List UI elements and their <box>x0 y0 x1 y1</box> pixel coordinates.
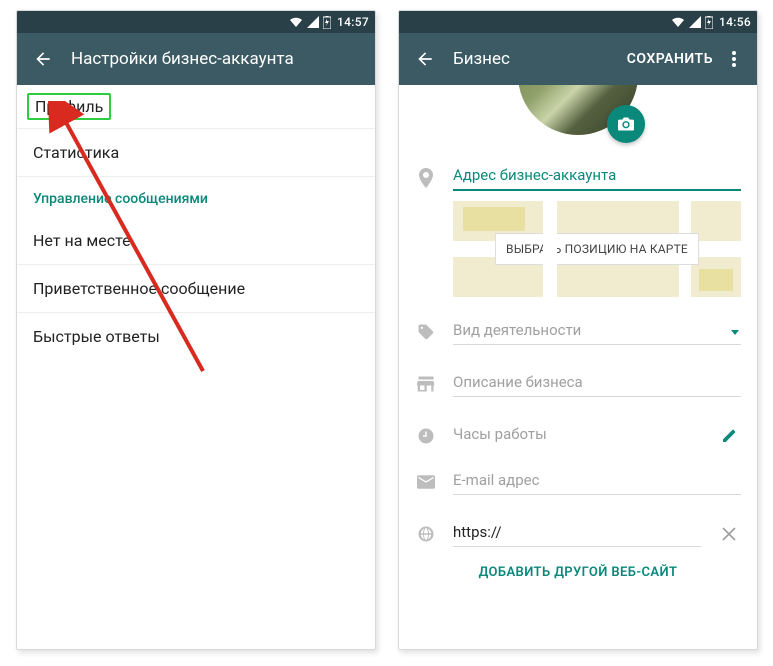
app-bar: Настройки бизнес-аккаунта <box>17 33 375 85</box>
app-bar: Бизнес СОХРАНИТЬ <box>399 33 757 85</box>
camera-fab[interactable] <box>607 105 645 143</box>
highlight-annotation: Профиль <box>27 93 111 120</box>
avatar-area <box>399 85 757 145</box>
edit-hours-button[interactable] <box>717 428 741 444</box>
clear-url-button[interactable] <box>717 527 741 541</box>
address-field-row: Адрес бизнес-аккаунта <box>399 157 757 191</box>
location-icon <box>415 167 437 189</box>
description-input[interactable]: Описание бизнеса <box>453 371 741 397</box>
business-profile-screen: 14:56 Бизнес СОХРАНИТЬ Адрес бизнес-акка… <box>398 10 758 650</box>
hours-input[interactable]: Часы работы <box>453 423 701 449</box>
email-field-row: E-mail адрес <box>399 461 757 495</box>
battery-icon <box>705 16 713 29</box>
map-pick-button[interactable]: ВЫБРАТЬ ПОЗИЦИЮ НА КАРТЕ <box>495 233 699 265</box>
address-input[interactable]: Адрес бизнес-аккаунта <box>453 165 741 191</box>
map-preview[interactable]: ВЫБРАТЬ ПОЗИЦИЮ НА КАРТЕ <box>453 201 741 297</box>
pencil-icon <box>721 428 737 444</box>
page-title: Бизнес <box>453 49 627 69</box>
arrow-back-icon <box>415 49 435 69</box>
store-icon <box>415 373 437 395</box>
list-item-quick[interactable]: Быстрые ответы <box>17 313 375 360</box>
page-title: Настройки бизнес-аккаунта <box>71 49 367 69</box>
wifi-icon <box>671 16 685 28</box>
back-button[interactable] <box>407 41 443 77</box>
signal-icon <box>307 16 319 28</box>
save-button[interactable]: СОХРАНИТЬ <box>627 51 713 67</box>
category-field-row: Вид деятельности <box>399 311 757 345</box>
more-vert-icon <box>732 51 736 67</box>
camera-icon <box>617 116 635 132</box>
description-field-row: Описание бизнеса <box>399 363 757 397</box>
wifi-icon <box>289 16 303 28</box>
globe-icon <box>415 523 437 545</box>
list-item-profile[interactable]: Профиль <box>17 85 375 129</box>
status-bar: 14:56 <box>399 11 757 33</box>
list-item-away[interactable]: Нет на месте <box>17 217 375 265</box>
section-header: Управление сообщениями <box>17 177 375 217</box>
close-icon <box>722 527 736 541</box>
hours-field-row: Часы работы <box>399 415 757 449</box>
signal-icon <box>689 16 701 28</box>
email-input[interactable]: E-mail адрес <box>453 469 741 495</box>
back-button[interactable] <box>25 41 61 77</box>
tag-icon <box>415 321 437 343</box>
mail-icon <box>415 471 437 493</box>
battery-icon <box>323 16 331 29</box>
arrow-back-icon <box>33 49 53 69</box>
overflow-button[interactable] <box>719 41 749 77</box>
status-clock: 14:56 <box>719 15 751 29</box>
clock-icon <box>415 425 437 447</box>
settings-screen: 14:57 Настройки бизнес-аккаунта Профиль … <box>16 10 376 650</box>
status-clock: 14:57 <box>337 15 369 29</box>
list-item-greeting[interactable]: Приветственное сообщение <box>17 265 375 313</box>
add-website-button[interactable]: ДОБАВИТЬ ДРУГОЙ ВЕБ-САЙТ <box>399 547 757 598</box>
status-bar: 14:57 <box>17 11 375 33</box>
category-select[interactable]: Вид деятельности <box>453 319 741 345</box>
url-input[interactable]: https:// <box>453 521 701 547</box>
list-item-stats[interactable]: Статистика <box>17 129 375 177</box>
url-field-row: https:// <box>399 513 757 547</box>
